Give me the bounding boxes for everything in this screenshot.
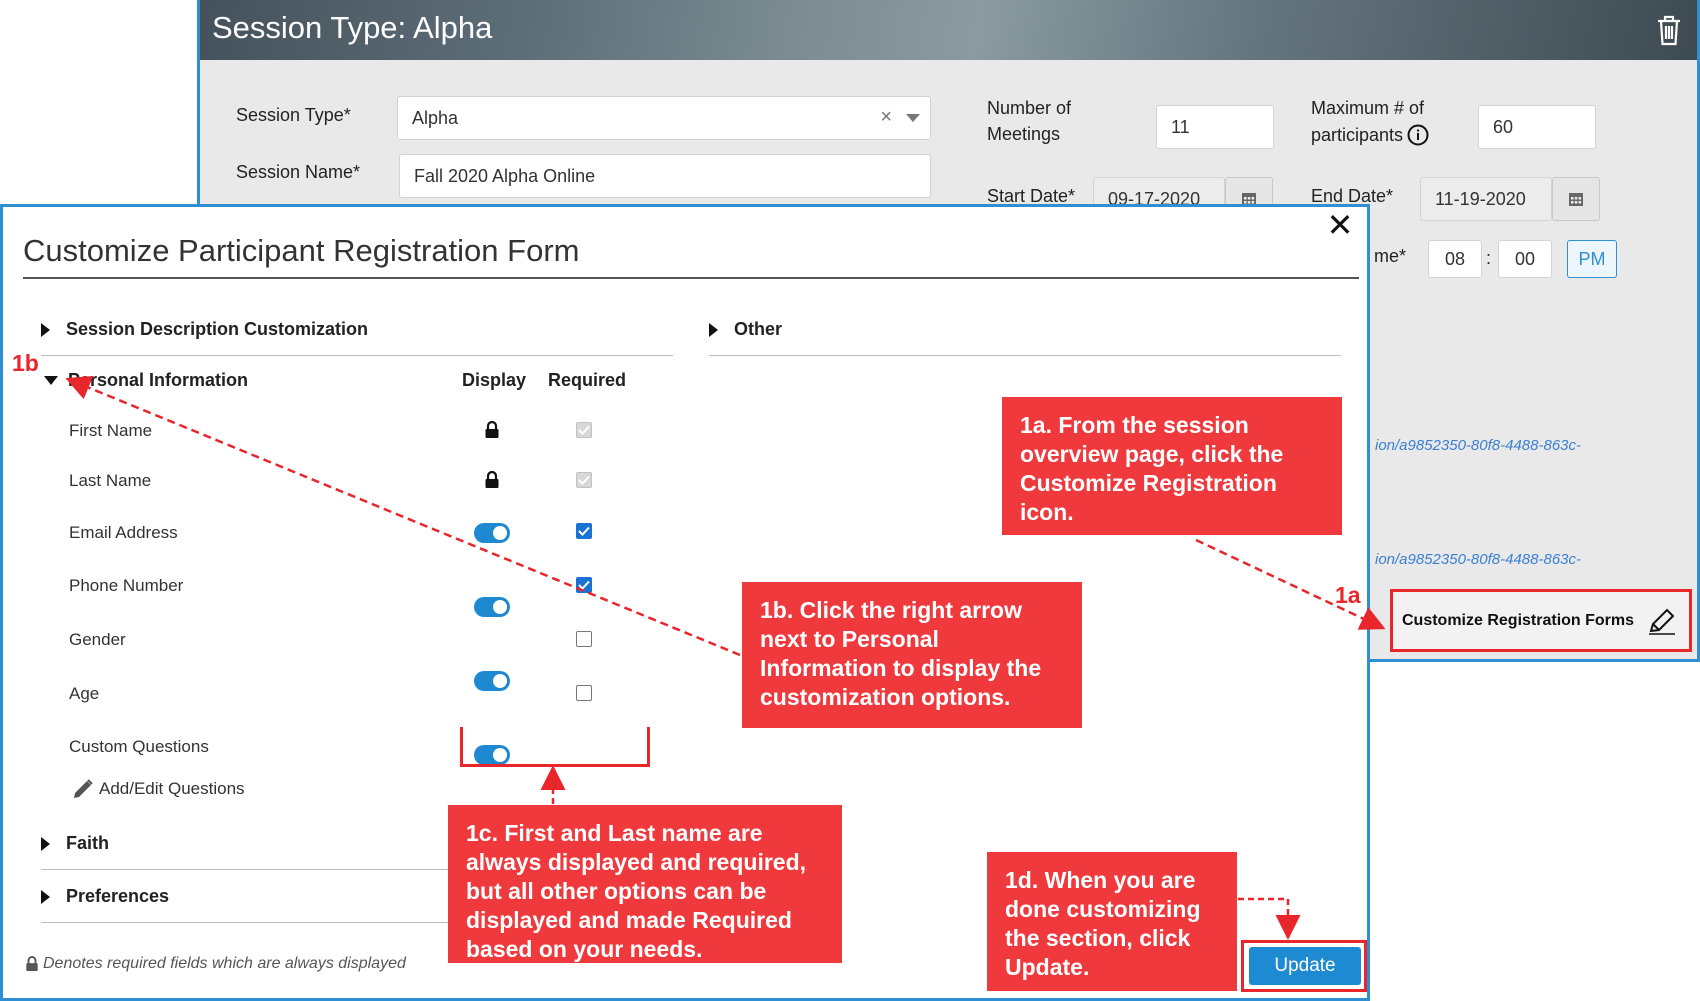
- field-email-label: Email Address: [69, 523, 178, 542]
- required-checkbox-phone[interactable]: [576, 577, 592, 593]
- display-toggle-phone[interactable]: [474, 597, 510, 617]
- meetings-label-line2: Meetings: [987, 124, 1061, 144]
- tag-1a: 1a: [1335, 582, 1361, 608]
- check-icon: [578, 580, 590, 590]
- add-edit-questions-link[interactable]: Add/Edit Questions: [71, 777, 245, 801]
- display-toggle-email[interactable]: [474, 523, 510, 543]
- section-personal-information-label: Personal Information: [68, 370, 249, 390]
- customize-registration-forms-label: Customize Registration Forms: [1402, 611, 1635, 629]
- callout-1d: 1d. When you are done customizing the se…: [987, 852, 1237, 991]
- required-checkbox-first-name: [576, 422, 592, 438]
- tag-1b: 1b: [12, 350, 39, 376]
- check-icon: [578, 425, 590, 435]
- chevron-down-icon[interactable]: [906, 114, 920, 123]
- meetings-input[interactable]: 11: [1156, 105, 1274, 149]
- callout-1c: 1c. First and Last name are always displ…: [448, 805, 842, 963]
- max-participants-label-line2: participants: [1311, 124, 1429, 146]
- time-separator: :: [1486, 248, 1492, 268]
- divider: [41, 922, 453, 923]
- time-minute-input[interactable]: 00: [1498, 240, 1552, 278]
- section-personal-information[interactable]: Personal Information: [44, 370, 248, 391]
- session-link-1[interactable]: ion/a9852350-80f8-4488-863c-: [1375, 437, 1581, 454]
- meetings-label-line1: Number of: [987, 98, 1072, 118]
- close-icon[interactable]: ✕: [1325, 209, 1355, 241]
- max-participants-text: participants: [1311, 124, 1404, 145]
- expand-arrow-icon[interactable]: [41, 322, 50, 337]
- end-date-input[interactable]: 11-19-2020: [1420, 177, 1552, 221]
- update-button[interactable]: Update: [1249, 947, 1361, 985]
- callout-1a: 1a. From the session overview page, clic…: [1002, 397, 1342, 535]
- collapse-arrow-icon[interactable]: [44, 376, 58, 385]
- required-checkbox-email[interactable]: [576, 523, 592, 539]
- trash-icon[interactable]: [1655, 14, 1683, 46]
- divider: [41, 355, 673, 356]
- lock-icon: [26, 956, 38, 971]
- calendar-icon: [1569, 193, 1583, 206]
- required-column-header: Required: [548, 370, 627, 390]
- expand-arrow-icon[interactable]: [709, 322, 718, 337]
- session-name-label: Session Name*: [236, 162, 361, 182]
- section-other[interactable]: Other: [709, 319, 782, 340]
- field-gender-label: Gender: [69, 630, 126, 649]
- section-session-description[interactable]: Session Description Customization: [41, 319, 368, 340]
- display-column-header: Display: [462, 370, 527, 390]
- display-toggle-gender[interactable]: [474, 671, 510, 691]
- session-title: Session Type: Alpha: [212, 10, 493, 45]
- section-other-label: Other: [734, 319, 783, 339]
- session-type-select[interactable]: Alpha ×: [397, 96, 931, 140]
- field-first-name-label: First Name: [69, 421, 153, 440]
- info-icon[interactable]: [1407, 124, 1429, 146]
- end-calendar-button[interactable]: [1552, 177, 1600, 221]
- pencil-icon: [74, 779, 93, 798]
- field-phone-label: Phone Number: [69, 576, 184, 595]
- session-type-value: Alpha: [412, 107, 459, 128]
- add-edit-questions-label: Add/Edit Questions: [99, 779, 245, 798]
- pencil-icon[interactable]: [1647, 607, 1677, 635]
- check-icon: [578, 526, 590, 536]
- section-faith-label: Faith: [66, 833, 109, 853]
- max-participants-label-line1: Maximum # of: [1311, 98, 1425, 118]
- modal-divider: [23, 277, 1359, 279]
- expand-arrow-icon[interactable]: [41, 836, 50, 851]
- required-checkbox-last-name: [576, 472, 592, 488]
- field-age-label: Age: [69, 684, 100, 703]
- section-faith[interactable]: Faith: [41, 833, 109, 854]
- session-name-input[interactable]: Fall 2020 Alpha Online: [399, 154, 931, 198]
- field-last-name-label: Last Name: [69, 471, 152, 490]
- session-header: Session Type: Alpha: [200, 0, 1697, 60]
- clear-icon[interactable]: ×: [880, 106, 892, 129]
- session-type-label: Session Type*: [236, 105, 351, 125]
- time-label: me*: [1374, 246, 1407, 266]
- lock-icon: [485, 421, 499, 438]
- required-checkbox-age[interactable]: [576, 685, 592, 701]
- section-session-description-label: Session Description Customization: [66, 319, 369, 339]
- custom-questions-highlight: [460, 727, 650, 767]
- customize-registration-forms-button[interactable]: Customize Registration Forms: [1390, 589, 1692, 652]
- section-preferences-label: Preferences: [66, 886, 170, 906]
- callout-1b: 1b. Click the right arrow next to Person…: [742, 582, 1082, 728]
- expand-arrow-icon[interactable]: [41, 889, 50, 904]
- footer-note-text: Denotes required fields which are always…: [43, 955, 406, 972]
- footer-note: Denotes required fields which are always…: [25, 955, 406, 973]
- ampm-toggle[interactable]: PM: [1567, 240, 1617, 278]
- field-custom-questions-label: Custom Questions: [69, 737, 209, 756]
- divider: [41, 869, 453, 870]
- check-icon: [578, 475, 590, 485]
- session-link-2[interactable]: ion/a9852350-80f8-4488-863c-: [1375, 551, 1581, 568]
- section-preferences[interactable]: Preferences: [41, 886, 169, 907]
- max-participants-input[interactable]: 60: [1478, 105, 1596, 149]
- modal-title: Customize Participant Registration Form: [23, 233, 580, 268]
- required-checkbox-gender[interactable]: [576, 631, 592, 647]
- lock-icon: [485, 471, 499, 488]
- divider: [709, 355, 1341, 356]
- time-hour-input[interactable]: 08: [1428, 240, 1482, 278]
